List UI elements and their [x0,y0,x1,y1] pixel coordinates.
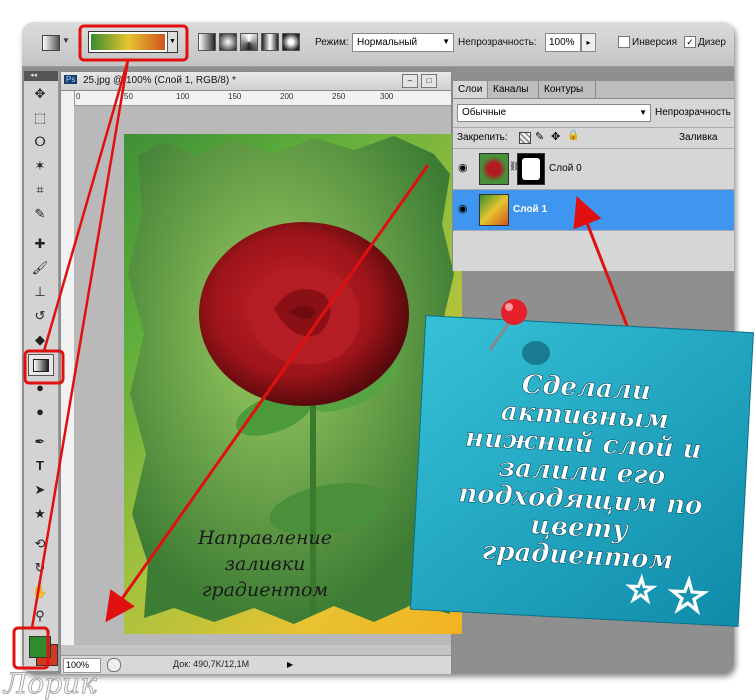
star-doodle-icon: ☆ [625,569,658,611]
watermark: Лорик [2,667,97,700]
color-swatch-highlight [12,626,50,670]
star-doodle-icon: ☆ [666,568,710,624]
direction-note-line: заливки [225,553,306,575]
direction-note-line: Направление [197,527,332,549]
direction-note-line: градиентом [202,579,328,601]
gradient-picker-highlight [78,24,189,62]
sticky-note: Сделали активным нижний слой и залили ег… [409,315,754,627]
gradient-tool-highlight [23,349,65,385]
annotation-overlay: Сделали активным нижний слой и залили ег… [2,24,754,700]
screenshot-stage: ▼ ▼ Режим: Нормальный ▼ Непрозрачность: … [0,0,756,700]
